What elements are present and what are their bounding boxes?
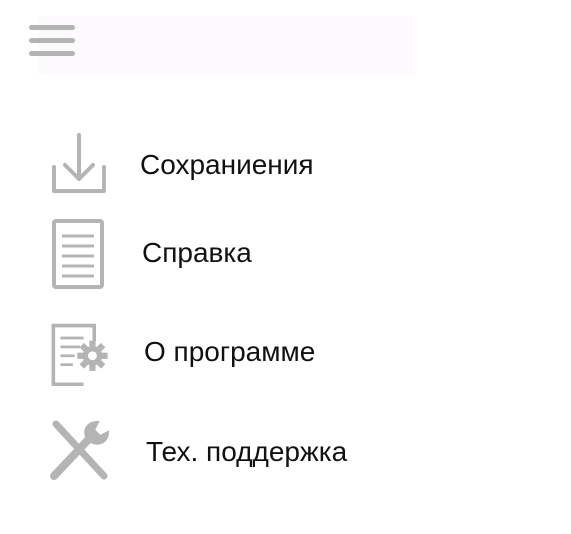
header-bar (38, 16, 414, 74)
hamburger-bar (29, 38, 75, 43)
document-settings-icon (48, 318, 112, 390)
menu-item-saves[interactable]: Сохраниения (40, 131, 400, 203)
document-icon (48, 219, 112, 291)
menu-item-help[interactable]: Справка (40, 219, 400, 291)
tools-icon (48, 418, 112, 490)
download-icon (48, 131, 112, 203)
menu-item-label: Справка (142, 237, 252, 268)
menu-item-about[interactable]: О программе (40, 318, 400, 390)
menu-item-label: О программе (144, 336, 316, 367)
hamburger-menu-icon[interactable] (27, 21, 77, 61)
menu-item-label: Сохраниения (140, 149, 314, 180)
menu-item-support[interactable]: Тех. поддержка (40, 418, 400, 490)
hamburger-bar (29, 51, 75, 56)
menu-item-label: Тех. поддержка (146, 436, 348, 467)
hamburger-bar (29, 25, 75, 30)
